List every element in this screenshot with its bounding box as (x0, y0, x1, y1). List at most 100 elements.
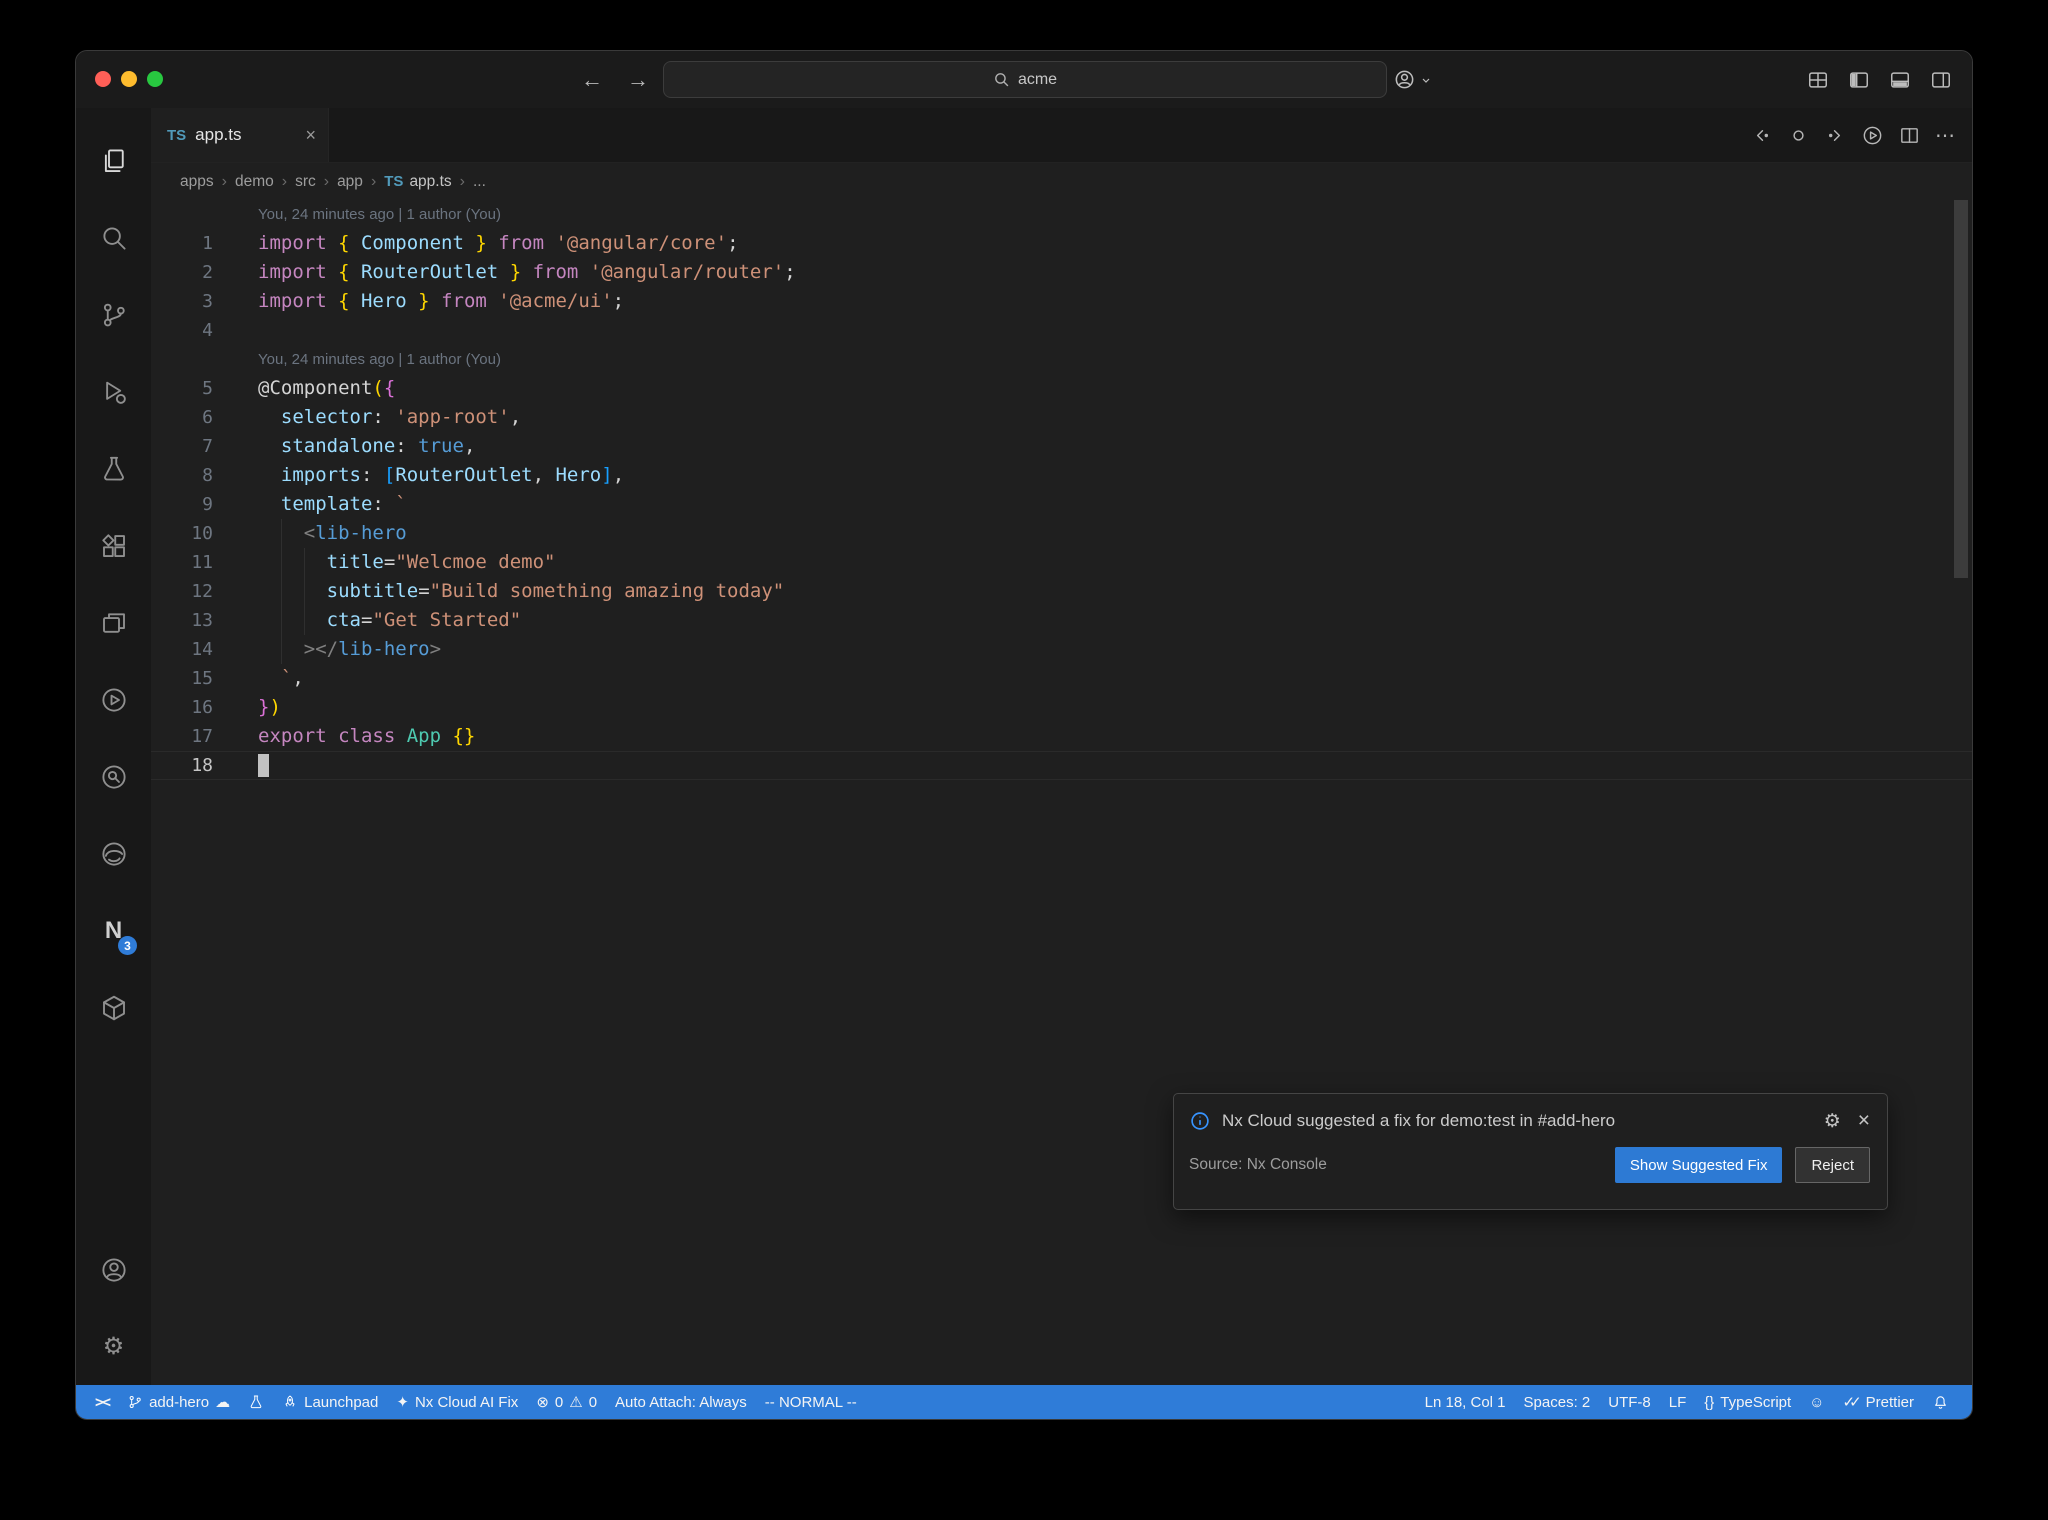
sidebar-item-remote-explorer[interactable] (76, 584, 151, 661)
sidebar-item-browser-tools[interactable] (76, 815, 151, 892)
extensions-icon (101, 533, 125, 557)
tab-app-ts[interactable]: TS app.ts × (151, 108, 329, 162)
go-forward-change-icon[interactable] (1824, 124, 1847, 147)
navigate-back-icon[interactable]: ← (581, 67, 603, 93)
statusbar-cursor-position[interactable]: Ln 18, Col 1 (1416, 1385, 1515, 1419)
statusbar-encoding[interactable]: UTF-8 (1599, 1385, 1660, 1419)
code-line[interactable]: 17 export class App {} (151, 722, 1972, 751)
statusbar-problems[interactable]: ⊗ 0 ⚠ 0 (527, 1385, 606, 1419)
line-number: 6 (202, 407, 213, 428)
split-editor-icon[interactable] (1898, 124, 1921, 147)
circle-icon[interactable] (1787, 124, 1810, 147)
breadcrumb-app[interactable]: app (337, 173, 363, 191)
accounts-button[interactable] (76, 1231, 151, 1308)
statusbar-prettier[interactable]: ✓✓ Prettier (1834, 1385, 1924, 1419)
customize-layout-icon[interactable] (1807, 69, 1829, 91)
code-line[interactable]: 13 cta="Get Started" (151, 606, 1972, 635)
sidebar-item-nx-console[interactable]: N 3 (76, 892, 151, 969)
statusbar-feedback[interactable]: ☺ (1800, 1385, 1833, 1419)
minimize-window-button[interactable] (121, 71, 137, 87)
code-line[interactable]: 1 import { Component } from '@angular/cor… (151, 229, 1972, 258)
vscode-window: ← → acme N 3 ⚙ TS app.ts × ⋯ apps › demo… (75, 50, 1973, 1420)
show-suggested-fix-button[interactable]: Show Suggested Fix (1614, 1147, 1783, 1183)
breadcrumb-src[interactable]: src (295, 173, 316, 191)
sidebar-item-run-circle[interactable] (76, 661, 151, 738)
code-line[interactable]: 9 template: ` (151, 490, 1972, 519)
settings-button[interactable]: ⚙ (76, 1308, 151, 1385)
blame-annotation-line[interactable]: You, 24 minutes ago | 1 author (You) (151, 200, 1972, 229)
statusbar-indentation[interactable]: Spaces: 2 (1515, 1385, 1600, 1419)
code-line[interactable]: 12 subtitle="Build something amazing tod… (151, 577, 1972, 606)
code-line[interactable]: 11 title="Welcmoe demo" (151, 548, 1972, 577)
code-line[interactable]: 7 standalone: true, (151, 432, 1972, 461)
code-text: import { RouterOutlet } from '@angular/r… (258, 261, 796, 283)
sidebar-item-code-search[interactable] (76, 738, 151, 815)
code-line[interactable]: 5 @Component({ (151, 374, 1972, 403)
editor-scrollbar[interactable] (1954, 200, 1968, 578)
sidebar-item-testing[interactable] (76, 430, 151, 507)
info-icon (1191, 1112, 1209, 1130)
code-line[interactable]: 18 (151, 751, 1972, 780)
code-text: selector: 'app-root', (280, 406, 522, 428)
code-line[interactable]: 4 (151, 316, 1972, 345)
notification-settings-icon[interactable]: ⚙ (1824, 1110, 1841, 1133)
breadcrumb-file[interactable]: TS app.ts (384, 173, 451, 191)
breadcrumb-demo[interactable]: demo (235, 173, 274, 191)
code-line[interactable]: 10 <lib-hero (151, 519, 1972, 548)
statusbar-beaker[interactable] (239, 1385, 273, 1419)
close-tab-icon[interactable]: × (305, 125, 316, 146)
code-line[interactable]: 6 selector: 'app-root', (151, 403, 1972, 432)
statusbar-launchpad[interactable]: Launchpad (273, 1385, 387, 1419)
beaker-icon (103, 456, 124, 480)
status-bar: >< add-hero ☁ Launchpad ✦ Nx Cloud AI Fi… (76, 1385, 1972, 1419)
code-text: template: ` (280, 493, 407, 515)
notification-close-icon[interactable]: × (1858, 1109, 1870, 1133)
notification-message: Nx Cloud suggested a fix for demo:test i… (1222, 1111, 1616, 1130)
code-text: title="Welcmoe demo" (213, 548, 556, 577)
run-file-icon[interactable] (1861, 124, 1884, 147)
line-number: 5 (202, 378, 213, 399)
zoom-window-button[interactable] (147, 71, 163, 87)
statusbar-language[interactable]: {} TypeScript (1695, 1385, 1800, 1419)
line-number: 14 (191, 639, 213, 660)
statusbar-auto-attach[interactable]: Auto Attach: Always (606, 1385, 756, 1419)
statusbar-vim-mode[interactable]: -- NORMAL -- (756, 1385, 866, 1419)
code-line[interactable]: 3 import { Hero } from '@acme/ui'; (151, 287, 1972, 316)
code-line[interactable]: 16}) (151, 693, 1972, 722)
statusbar-branch[interactable]: add-hero ☁ (118, 1385, 239, 1419)
code-line[interactable]: 8 imports: [RouterOutlet, Hero], (151, 461, 1972, 490)
toggle-secondary-sidebar-icon[interactable] (1930, 69, 1952, 91)
swirl-circle-icon (101, 841, 126, 866)
more-actions-icon[interactable]: ⋯ (1935, 123, 1956, 148)
sidebar-item-source-control[interactable] (76, 276, 151, 353)
sidebar-item-containers[interactable] (76, 969, 151, 1046)
breadcrumb-symbol[interactable]: ... (473, 173, 486, 191)
sidebar-item-run-debug[interactable] (76, 353, 151, 430)
reject-button[interactable]: Reject (1795, 1147, 1870, 1183)
typescript-file-icon: TS (167, 126, 187, 144)
sidebar-item-extensions[interactable] (76, 507, 151, 584)
account-icon[interactable] (1393, 68, 1416, 91)
code-text: @Component({ (258, 377, 396, 399)
statusbar-eol[interactable]: LF (1660, 1385, 1696, 1419)
code-line[interactable]: 14 ></lib-hero> (151, 635, 1972, 664)
command-center-search[interactable]: acme (663, 61, 1387, 98)
toggle-panel-icon[interactable] (1889, 69, 1911, 91)
sidebar-item-explorer[interactable] (76, 122, 151, 199)
code-line[interactable]: 2 import { RouterOutlet } from '@angular/… (151, 258, 1972, 287)
chevron-down-icon (1420, 74, 1432, 86)
navigate-forward-icon[interactable]: → (627, 67, 649, 93)
statusbar-notifications[interactable] (1923, 1385, 1958, 1419)
chevron-right-icon: › (323, 172, 330, 190)
code-line[interactable]: 15 `, (151, 664, 1972, 693)
statusbar-nx-cloud-fix[interactable]: ✦ Nx Cloud AI Fix (387, 1385, 527, 1419)
toggle-primary-sidebar-icon[interactable] (1848, 69, 1870, 91)
sidebar-item-search[interactable] (76, 199, 151, 276)
go-back-change-icon[interactable] (1750, 124, 1773, 147)
close-window-button[interactable] (95, 71, 111, 87)
tab-label: app.ts (195, 125, 242, 144)
rocket-icon (285, 1395, 295, 1407)
blame-annotation-line[interactable]: You, 24 minutes ago | 1 author (You) (151, 345, 1972, 374)
remote-indicator[interactable]: >< (86, 1385, 118, 1419)
breadcrumb-apps[interactable]: apps (180, 173, 214, 191)
